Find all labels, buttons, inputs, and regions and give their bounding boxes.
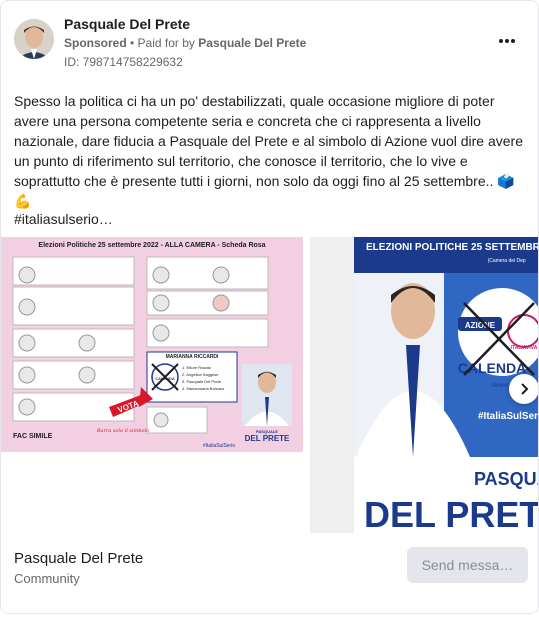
ballot-candidate-1: 1. Ettore Rosato — [182, 365, 212, 370]
more-dot — [505, 39, 509, 43]
poster-name-large: DEL PRET — [364, 494, 539, 533]
page-name[interactable]: Pasquale Del Prete — [64, 16, 190, 32]
ballot-candidate-4: 4. Mariarosaria Bolzano — [182, 386, 225, 391]
poster-image[interactable]: ELEZIONI POLITICHE 25 SETTEMBRE |Camera … — [310, 237, 539, 533]
poster-hashtag: #ItaliaSulSerio — [478, 411, 539, 422]
send-message-button[interactable]: Send messa… — [407, 547, 528, 583]
ad-id: ID: 798714758229632 — [64, 55, 183, 69]
page-avatar[interactable] — [14, 19, 54, 59]
paid-for-name[interactable]: Pasquale Del Prete — [198, 36, 306, 50]
post-header: Pasquale Del Prete Sponsored • Paid for … — [1, 1, 538, 79]
ballot-name-large: DEL PRETE — [245, 434, 290, 443]
poster-logo-main: CALENDA — [458, 360, 526, 376]
ballot-candidate-3: 3. Pasquale Del Prete — [182, 379, 222, 384]
poster-logo-right: ITALIAVIVA — [511, 345, 538, 351]
avatar-photo — [14, 19, 54, 59]
sponsored-label: Sponsored • Paid for by Pasquale Del Pre… — [64, 36, 307, 50]
ballot-hashtag: #ItaliaSulSerio — [203, 443, 235, 449]
image-carousel: Elezioni Politiche 25 settembre 2022 - A… — [1, 237, 539, 533]
post-hashtag[interactable]: #italiasulserio… — [14, 211, 113, 227]
ad-card: Pasquale Del Prete Sponsored • Paid for … — [0, 0, 539, 614]
paid-for-prefix: Paid for by — [137, 36, 195, 50]
ballot-candidate-2: 2. Angelica Saggese — [182, 372, 219, 377]
chevron-right-icon — [521, 383, 529, 395]
ballot-fac-simile: FAC SIMILE — [13, 433, 53, 440]
ballot-image[interactable]: Elezioni Politiche 25 settembre 2022 - A… — [1, 237, 303, 452]
footer-category: Community — [14, 571, 80, 586]
footer-page-name[interactable]: Pasquale Del Prete — [14, 550, 143, 567]
ballot-barra-text: Barra solo il simbolo — [96, 428, 149, 434]
more-options-button[interactable] — [495, 29, 519, 53]
poster-headline: ELEZIONI POLITICHE 25 SETTEMBRE — [366, 242, 539, 253]
ad-footer: Pasquale Del Prete Community Send messa… — [1, 533, 538, 613]
more-dots-icon — [499, 39, 503, 43]
post-body: Spesso la politica ci ha un po' destabil… — [14, 93, 523, 209]
more-dot — [511, 39, 515, 43]
poster-graphic: ELEZIONI POLITICHE 25 SETTEMBRE |Camera … — [310, 237, 539, 533]
poster-subheadline: |Camera dei Dep — [488, 258, 526, 264]
sponsored-text: Sponsored — [64, 36, 127, 50]
ballot-graphic: Elezioni Politiche 25 settembre 2022 - A… — [1, 237, 303, 452]
poster-logo-top: AZIONE — [465, 321, 496, 330]
carousel-next-button[interactable] — [509, 374, 538, 404]
ballot-title: Elezioni Politiche 25 settembre 2022 - A… — [38, 242, 265, 249]
poster-name-small: PASQUAL — [474, 469, 539, 489]
ballot-candidate-header: MARIANNA RICCARDI — [166, 354, 219, 360]
